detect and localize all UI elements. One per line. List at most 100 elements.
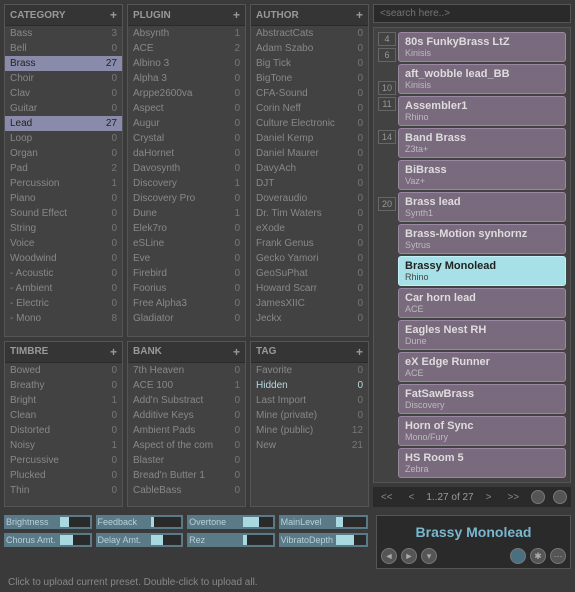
list-item[interactable]: Foorius0 <box>128 281 245 296</box>
list-item[interactable]: Corin Neff0 <box>251 101 368 116</box>
pager-next[interactable]: > <box>482 492 496 503</box>
list-item[interactable]: Jeckx0 <box>251 311 368 326</box>
prev-button[interactable]: ◄ <box>381 548 397 564</box>
pager-first[interactable]: << <box>377 492 397 503</box>
list-item[interactable]: Elek7ro0 <box>128 221 245 236</box>
list-item[interactable]: String0 <box>5 221 122 236</box>
list-item[interactable]: Ambient Pads0 <box>128 423 245 438</box>
list-item[interactable]: AbstractCats0 <box>251 26 368 41</box>
list-item[interactable]: Woodwind0 <box>5 251 122 266</box>
pager-circle[interactable] <box>553 490 567 504</box>
list-item[interactable]: New21 <box>251 438 368 453</box>
preset-item[interactable]: Eagles Nest RHDune <box>398 320 566 350</box>
list-item[interactable]: Daniel Kemp0 <box>251 131 368 146</box>
list-item[interactable]: Mine (public)12 <box>251 423 368 438</box>
list-item[interactable]: Augur0 <box>128 116 245 131</box>
list-item[interactable]: - Electric0 <box>5 296 122 311</box>
list-item[interactable]: - Mono8 <box>5 311 122 326</box>
param-slider[interactable]: VibratoDepth <box>279 533 368 547</box>
list-item[interactable]: Bright1 <box>5 393 122 408</box>
pager-prev[interactable]: < <box>405 492 419 503</box>
list-item[interactable]: CFA-Sound0 <box>251 86 368 101</box>
list-item[interactable]: Piano0 <box>5 191 122 206</box>
list-item[interactable]: Big Tick0 <box>251 56 368 71</box>
pager-last[interactable]: >> <box>503 492 523 503</box>
preset-item[interactable]: 80s FunkyBrass LtZKinisis <box>398 32 566 62</box>
list-item[interactable]: Percussive0 <box>5 453 122 468</box>
list-item[interactable]: Thin0 <box>5 483 122 498</box>
list-item[interactable]: Aspect0 <box>128 101 245 116</box>
preset-list[interactable]: 80s FunkyBrass LtZKinisisaft_wobble lead… <box>398 32 566 478</box>
list-item[interactable]: DJT0 <box>251 176 368 191</box>
list-item[interactable]: Blaster0 <box>128 453 245 468</box>
list-item[interactable]: Noisy1 <box>5 438 122 453</box>
list-item[interactable]: CableBass0 <box>128 483 245 498</box>
preset-item[interactable]: Band BrassZ3ta+ <box>398 128 566 158</box>
list-item[interactable]: Bread'n Butter 10 <box>128 468 245 483</box>
list-item[interactable]: Alpha 30 <box>128 71 245 86</box>
list-item[interactable]: Arppe2600va0 <box>128 86 245 101</box>
bank-list[interactable]: 7th Heaven0ACE 1001Add'n Substract0Addit… <box>128 363 245 506</box>
list-item[interactable]: Guitar0 <box>5 101 122 116</box>
list-item[interactable]: Favorite0 <box>251 363 368 378</box>
list-item[interactable]: daHornet0 <box>128 146 245 161</box>
list-item[interactable]: Dune1 <box>128 206 245 221</box>
list-item[interactable]: ACE 1001 <box>128 378 245 393</box>
preset-item[interactable]: FatSawBrassDiscovery <box>398 384 566 414</box>
list-item[interactable]: eXode0 <box>251 221 368 236</box>
preset-item[interactable]: Brassy MonoleadRhino <box>398 256 566 286</box>
list-item[interactable]: Dr. Tim Waters0 <box>251 206 368 221</box>
category-list[interactable]: Bass3Bell0Brass27Choir0Clav0Guitar0Lead2… <box>5 26 122 336</box>
add-icon[interactable]: + <box>356 8 363 22</box>
list-item[interactable]: Organ0 <box>5 146 122 161</box>
preset-item[interactable]: Brass leadSynth1 <box>398 192 566 222</box>
param-slider[interactable]: Feedback <box>96 515 184 529</box>
param-slider[interactable]: Brightness <box>4 515 92 529</box>
list-item[interactable]: Pad2 <box>5 161 122 176</box>
list-item[interactable]: Culture Electronic0 <box>251 116 368 131</box>
list-item[interactable]: JamesXIIC0 <box>251 296 368 311</box>
preset-item[interactable]: BiBrassVaz+ <box>398 160 566 190</box>
list-item[interactable]: Free Alpha30 <box>128 296 245 311</box>
list-item[interactable]: Bass3 <box>5 26 122 41</box>
list-item[interactable]: Loop0 <box>5 131 122 146</box>
list-item[interactable]: Percussion1 <box>5 176 122 191</box>
list-item[interactable]: Frank Genus0 <box>251 236 368 251</box>
preset-item[interactable]: eX Edge RunnerACE <box>398 352 566 382</box>
list-item[interactable]: Discovery1 <box>128 176 245 191</box>
add-icon[interactable]: + <box>110 345 117 359</box>
list-item[interactable]: Howard Scarr0 <box>251 281 368 296</box>
add-icon[interactable]: + <box>233 8 240 22</box>
list-item[interactable]: GeoSuPhat0 <box>251 266 368 281</box>
list-item[interactable]: Doveraudio0 <box>251 191 368 206</box>
next-button[interactable]: ► <box>401 548 417 564</box>
list-item[interactable]: Clav0 <box>5 86 122 101</box>
list-item[interactable]: Choir0 <box>5 71 122 86</box>
list-item[interactable]: Bell0 <box>5 41 122 56</box>
list-item[interactable]: Albino 30 <box>128 56 245 71</box>
dropdown-icon[interactable]: ▾ <box>421 548 437 564</box>
list-item[interactable]: Last Import0 <box>251 393 368 408</box>
param-slider[interactable]: Chorus Amt. <box>4 533 92 547</box>
list-item[interactable]: Breathy0 <box>5 378 122 393</box>
list-item[interactable]: Adam Szabo0 <box>251 41 368 56</box>
param-slider[interactable]: MainLevel <box>279 515 368 529</box>
tag-list[interactable]: Favorite0Hidden0Last Import0Mine (privat… <box>251 363 368 506</box>
record-icon[interactable] <box>510 548 526 564</box>
param-slider[interactable]: Delay Amt. <box>96 533 184 547</box>
param-slider[interactable]: Rez <box>187 533 275 547</box>
pager-circle[interactable] <box>531 490 545 504</box>
list-item[interactable]: Additive Keys0 <box>128 408 245 423</box>
add-icon[interactable]: + <box>110 8 117 22</box>
list-item[interactable]: Bowed0 <box>5 363 122 378</box>
list-item[interactable]: Davosynth0 <box>128 161 245 176</box>
list-item[interactable]: Daniel Maurer0 <box>251 146 368 161</box>
preset-item[interactable]: Assembler1Rhino <box>398 96 566 126</box>
list-item[interactable]: DavyAch0 <box>251 161 368 176</box>
preset-item[interactable]: HS Room 5Zebra <box>398 448 566 478</box>
preset-item[interactable]: Car horn leadACE <box>398 288 566 318</box>
list-item[interactable]: Aspect of the com0 <box>128 438 245 453</box>
list-item[interactable]: Firebird0 <box>128 266 245 281</box>
list-item[interactable]: eSLine0 <box>128 236 245 251</box>
list-item[interactable]: Hidden0 <box>251 378 368 393</box>
